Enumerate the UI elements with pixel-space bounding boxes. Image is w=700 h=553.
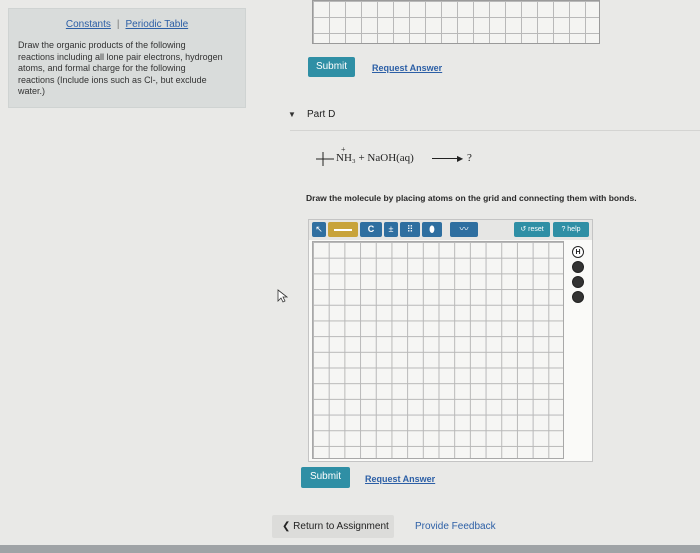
return-label: Return to Assignment [293, 521, 389, 532]
reaction-arrow-icon [432, 158, 460, 159]
previous-drawing-grid[interactable] [312, 0, 600, 44]
previous-request-answer-link[interactable]: Request Answer [372, 63, 442, 73]
tert-butyl-structure-icon [316, 152, 334, 166]
bond-tool-icon[interactable] [328, 222, 358, 237]
instructions-line: water.) [18, 86, 46, 96]
reset-label: reset [528, 226, 544, 233]
eraser-tool-icon[interactable]: ⬮ [422, 222, 442, 237]
mouse-cursor-icon [277, 289, 288, 303]
zoom-out-icon[interactable] [572, 276, 584, 288]
periodic-table-link[interactable]: Periodic Table [126, 19, 189, 30]
help-button[interactable]: ? help [553, 222, 589, 237]
request-answer-link[interactable]: Request Answer [365, 474, 435, 484]
instructions-line: Draw the organic products of the followi… [18, 40, 186, 50]
constants-link[interactable]: Constants [66, 19, 111, 30]
collapse-caret-icon[interactable]: ▼ [288, 110, 296, 119]
instructions-line: reactions (Include ions such as Cl-, but… [18, 74, 207, 85]
draw-prompt: Draw the molecule by placing atoms on th… [306, 193, 637, 203]
return-to-assignment-button[interactable]: ❮ Return to Assignment [272, 515, 394, 538]
chevron-left-icon: ❮ [282, 521, 291, 532]
equation-reactants: NH₃ + NaOH(aq) [336, 152, 414, 164]
info-panel: Constants | Periodic Table Draw the organi… [8, 8, 246, 108]
reset-button[interactable]: ↺ reset [514, 222, 550, 237]
info-links: Constants | Periodic Table [9, 19, 245, 30]
section-divider [290, 130, 700, 131]
molecule-drawing-tool: ↖ C ± ⠿ ⬮ 〰 ↺ reset ? help H [308, 219, 593, 462]
arrowhead-icon: ▶ [457, 154, 464, 163]
fit-view-icon[interactable] [572, 291, 584, 303]
zoom-in-icon[interactable] [572, 261, 584, 273]
drawing-canvas-grid[interactable] [312, 241, 564, 459]
template-tool-icon[interactable]: 〰 [450, 222, 478, 237]
equation-product: ? [467, 152, 472, 164]
electron-tool-icon[interactable]: ⠿ [400, 222, 420, 237]
instructions-text: Draw the organic products of the followi… [18, 40, 238, 98]
charge-tool-icon[interactable]: ± [384, 222, 398, 237]
link-separator: | [116, 19, 120, 30]
provide-feedback-link[interactable]: Provide Feedback [415, 521, 496, 532]
part-d-title[interactable]: Part D [307, 109, 335, 120]
drawing-toolbar: ↖ C ± ⠿ ⬮ 〰 ↺ reset ? help [309, 220, 592, 240]
select-tool-icon[interactable]: ↖ [312, 222, 326, 237]
instructions-line: reactions including all lone pair electr… [18, 51, 223, 62]
bottom-bar [0, 545, 700, 553]
submit-button[interactable]: Submit [301, 467, 350, 488]
instructions-line: atoms, and formal charge for the followi… [18, 63, 186, 73]
carbon-atom-button[interactable]: C [360, 222, 382, 237]
previous-submit-button[interactable]: Submit [308, 57, 355, 77]
hydrogen-toggle-button[interactable]: H [572, 246, 584, 258]
